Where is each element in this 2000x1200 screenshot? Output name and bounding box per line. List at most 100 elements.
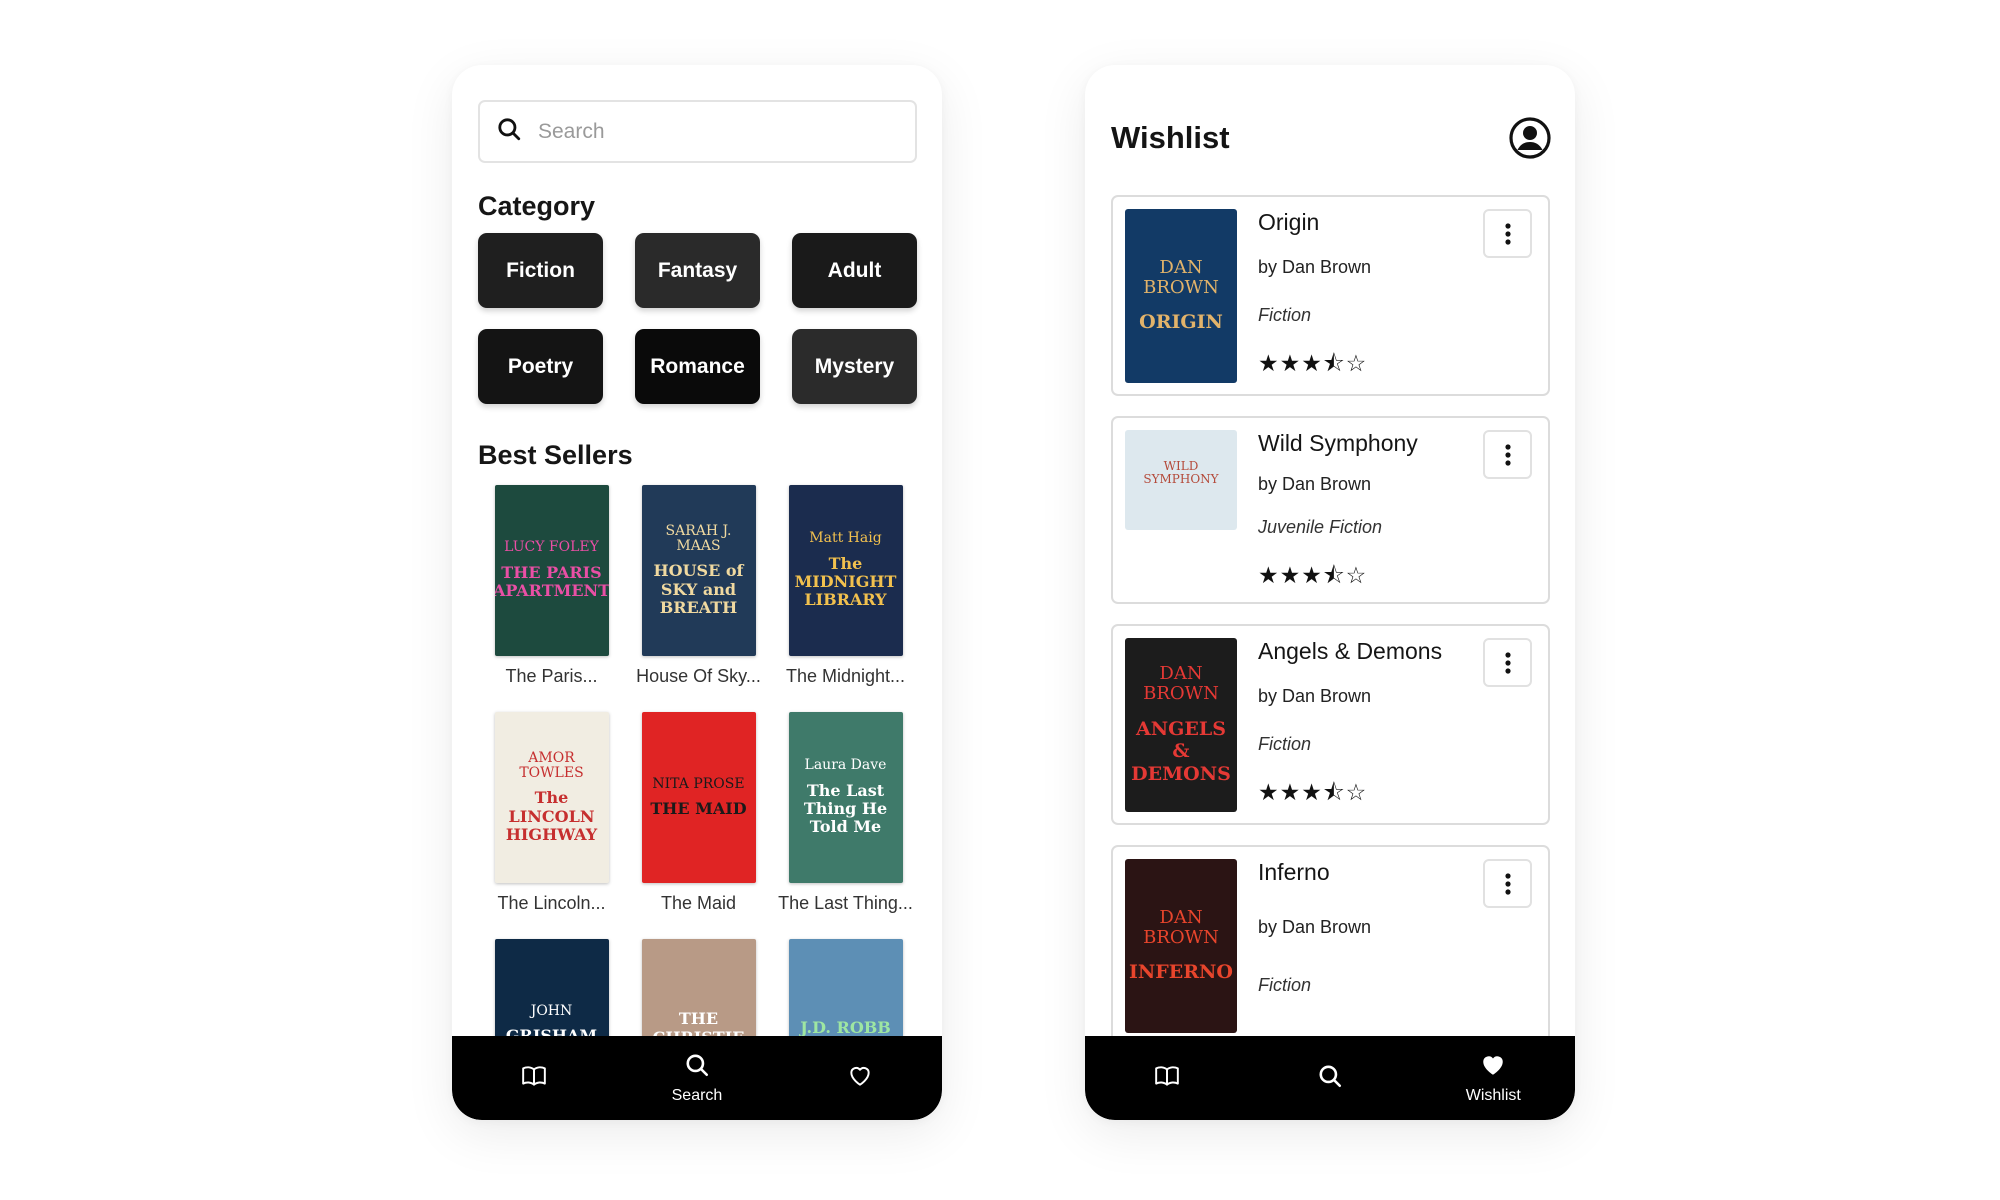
tab-wishlist-label: Wishlist (1465, 1086, 1521, 1104)
book-cover: LUCY FOLEY THE PARIS APARTMENT (494, 485, 609, 656)
search-screen: Category Fiction Fantasy Adult Poetry Ro… (452, 65, 942, 1120)
category-grid: Fiction Fantasy Adult Poetry Romance Mys… (478, 233, 917, 404)
tab-library[interactable] (1107, 1036, 1227, 1120)
tab-search[interactable]: Search (637, 1036, 757, 1120)
cover-title-text: The MIDNIGHT LIBRARY (794, 553, 897, 610)
wishlist-screen: Wishlist DAN BROWN ORIGIN Origin by Dan Bro… (1085, 65, 1575, 1120)
category-button-poetry[interactable]: Poetry (478, 329, 603, 404)
cover-title-text: THE PARIS APARTMENT (494, 562, 609, 601)
wishlist-list: DAN BROWN ORIGIN Origin by Dan Brown Fiction… (1111, 195, 1550, 1105)
wishlist-item-title: Origin (1258, 209, 1320, 235)
more-options-button[interactable] (1483, 638, 1532, 687)
profile-avatar-icon[interactable] (1509, 117, 1551, 159)
wishlist-item-card[interactable]: DAN BROWN ANGELS & DEMONS Angels & Demons b… (1111, 624, 1550, 825)
wishlist-item-genre: Fiction (1258, 975, 1312, 995)
category-button-fiction[interactable]: Fiction (478, 233, 603, 308)
cover-author-text: WILD SYMPHONY (1143, 458, 1219, 486)
wishlist-item-info: Inferno by Dan Brown Fiction (1258, 859, 1371, 995)
search-bar[interactable] (478, 100, 917, 163)
book-card[interactable]: Matt Haig The MIDNIGHT LIBRARY The Midnigh… (772, 485, 919, 687)
wishlist-item-card[interactable]: WILD SYMPHONY Wild Symphony by Dan Brown Ju… (1111, 416, 1550, 604)
book-title: House Of Sky... (636, 666, 761, 686)
cover-author-text: DAN BROWN (1143, 663, 1219, 704)
category-button-fantasy[interactable]: Fantasy (635, 233, 760, 308)
book-card[interactable]: NITA PROSE THE MAID The Maid (625, 712, 772, 914)
category-button-romance[interactable]: Romance (635, 329, 760, 404)
cover-author-text: Matt Haig (809, 530, 882, 547)
book-cover: NITA PROSE THE MAID (641, 712, 756, 883)
cover-author-text: NITA PROSE (652, 775, 745, 792)
wishlist-item-genre: Juvenile Fiction (1258, 517, 1383, 537)
bottom-tab-bar: Search (452, 1036, 942, 1120)
wishlist-item-card[interactable]: DAN BROWN ORIGIN Origin by Dan Brown Fiction… (1111, 195, 1550, 396)
book-title: The Last Thing... (778, 893, 913, 913)
book-title: The Maid (660, 893, 737, 913)
more-options-button[interactable] (1483, 209, 1532, 258)
cover-title-text: INFERNO (1129, 961, 1233, 984)
book-cover: Laura Dave The Last Thing He Told Me (788, 712, 903, 883)
cover-title-text: J.D. ROBB (800, 1018, 891, 1038)
more-vertical-icon (1504, 872, 1512, 896)
heart-filled-icon (1480, 1052, 1506, 1083)
category-button-mystery[interactable]: Mystery (792, 329, 917, 404)
cover-author-text: AMOR TOWLES (519, 749, 584, 781)
more-vertical-icon (1504, 651, 1512, 675)
cover-title-text: ORIGIN (1139, 311, 1223, 334)
wishlist-item-info: Angels & Demons by Dan Brown Fiction ★★★⯪☆ (1258, 638, 1443, 805)
book-cover: AMOR TOWLES The LINCOLN HIGHWAY (494, 712, 609, 883)
cover-author-text: JOHN (530, 1002, 573, 1019)
cover-title-text: THE MAID (650, 799, 747, 818)
page-title: Wishlist (1111, 120, 1230, 155)
wishlist-item-title: Wild Symphony (1258, 430, 1418, 456)
tab-wishlist[interactable] (800, 1036, 920, 1120)
wishlist-item-cover: DAN BROWN INFERNO (1125, 859, 1237, 1033)
cover-author-text: Laura Dave (804, 757, 887, 774)
wishlist-item-author: by Dan Brown (1258, 474, 1372, 494)
wishlist-item-title: Inferno (1258, 859, 1330, 885)
tab-search-label: Search (671, 1086, 723, 1104)
wishlist-item-author: by Dan Brown (1258, 686, 1372, 706)
wishlist-item-cover: WILD SYMPHONY (1125, 430, 1237, 530)
category-heading: Category (478, 191, 596, 221)
wishlist-item-info: Wild Symphony by Dan Brown Juvenile Fictio… (1258, 430, 1418, 588)
tab-wishlist[interactable]: Wishlist (1433, 1036, 1553, 1120)
book-card[interactable]: AMOR TOWLES The LINCOLN HIGHWAY The Lincol… (478, 712, 625, 914)
book-open-icon (521, 1063, 547, 1094)
cover-title-text: HOUSE of SKY and BREATH (653, 561, 744, 618)
cover-author-text: DAN BROWN (1143, 906, 1219, 948)
search-icon (496, 116, 522, 147)
search-icon (684, 1052, 710, 1083)
rating-stars: ★★★⯪☆ (1258, 350, 1368, 376)
book-card[interactable]: SARAH J. MAAS HOUSE of SKY and BREATH Hous… (625, 485, 772, 687)
book-title: The Paris... (505, 666, 598, 686)
category-button-adult[interactable]: Adult (792, 233, 917, 308)
tab-search[interactable] (1270, 1036, 1390, 1120)
wishlist-item-title: Angels & Demons (1258, 638, 1443, 664)
wishlist-item-author: by Dan Brown (1258, 917, 1372, 937)
cover-title-text: The Last Thing He Told Me (803, 780, 888, 837)
wishlist-item-author: by Dan Brown (1258, 257, 1372, 277)
book-card[interactable]: LUCY FOLEY THE PARIS APARTMENT The Paris..… (478, 485, 625, 687)
book-open-icon (1154, 1063, 1180, 1094)
book-cover: Matt Haig The MIDNIGHT LIBRARY (788, 485, 903, 656)
cover-author-text: DAN BROWN (1143, 256, 1219, 298)
more-options-button[interactable] (1483, 859, 1532, 908)
wishlist-item-genre: Fiction (1258, 734, 1312, 754)
book-cover: SARAH J. MAAS HOUSE of SKY and BREATH (641, 485, 756, 656)
search-input[interactable] (536, 118, 896, 145)
heart-outline-icon (847, 1063, 873, 1094)
more-vertical-icon (1504, 443, 1512, 467)
cover-title-text: ANGELS & DEMONS (1131, 717, 1231, 786)
wishlist-item-info: Origin by Dan Brown Fiction ★★★⯪☆ (1258, 209, 1371, 376)
book-card[interactable]: Laura Dave The Last Thing He Told Me The L… (772, 712, 919, 914)
wishlist-item-cover: DAN BROWN ORIGIN (1125, 209, 1237, 383)
cover-author-text: SARAH J. MAAS (665, 522, 732, 554)
tab-library[interactable] (474, 1036, 594, 1120)
best-sellers-grid: LUCY FOLEY THE PARIS APARTMENT The Paris..… (478, 485, 917, 1120)
book-title: The Lincoln... (497, 893, 606, 913)
more-options-button[interactable] (1483, 430, 1532, 479)
rating-stars: ★★★⯪☆ (1258, 562, 1368, 588)
wishlist-item-genre: Fiction (1258, 305, 1312, 325)
cover-author-text: LUCY FOLEY (504, 539, 599, 556)
best-sellers-heading: Best Sellers (478, 440, 633, 470)
